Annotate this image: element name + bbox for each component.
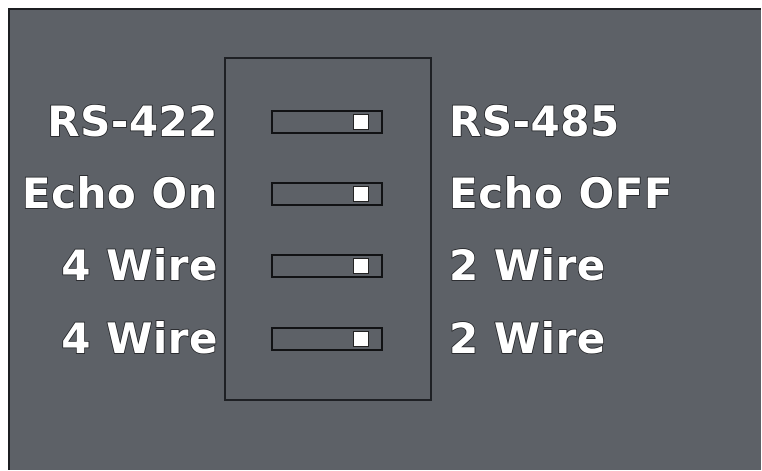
switch-2-left-label: Echo On	[21, 168, 218, 219]
switch-1-left-label: RS-422	[47, 96, 219, 147]
switch-1-knob	[353, 114, 369, 130]
switch-3-left-label: 4 Wire	[60, 240, 218, 291]
switch-2-knob	[353, 186, 369, 202]
switch-row-2: Echo On Echo OFF	[0, 159, 762, 229]
switch-row-3: 4 Wire 2 Wire	[0, 231, 762, 301]
dip-switch-4[interactable]	[271, 327, 383, 351]
dip-switch-1[interactable]	[271, 110, 383, 134]
switch-row-1: RS-422 RS-485	[0, 87, 762, 157]
switch-3-knob	[353, 258, 369, 274]
switch-row-4: 4 Wire 2 Wire	[0, 304, 762, 374]
switch-4-knob	[353, 331, 369, 347]
switch-1-right-label: RS-485	[448, 96, 620, 147]
switch-2-right-label: Echo OFF	[448, 168, 674, 219]
dip-switch-3[interactable]	[271, 254, 383, 278]
switch-3-right-label: 2 Wire	[448, 240, 606, 291]
dip-switch-2[interactable]	[271, 182, 383, 206]
switch-4-left-label: 4 Wire	[60, 313, 218, 364]
switch-4-right-label: 2 Wire	[448, 313, 606, 364]
